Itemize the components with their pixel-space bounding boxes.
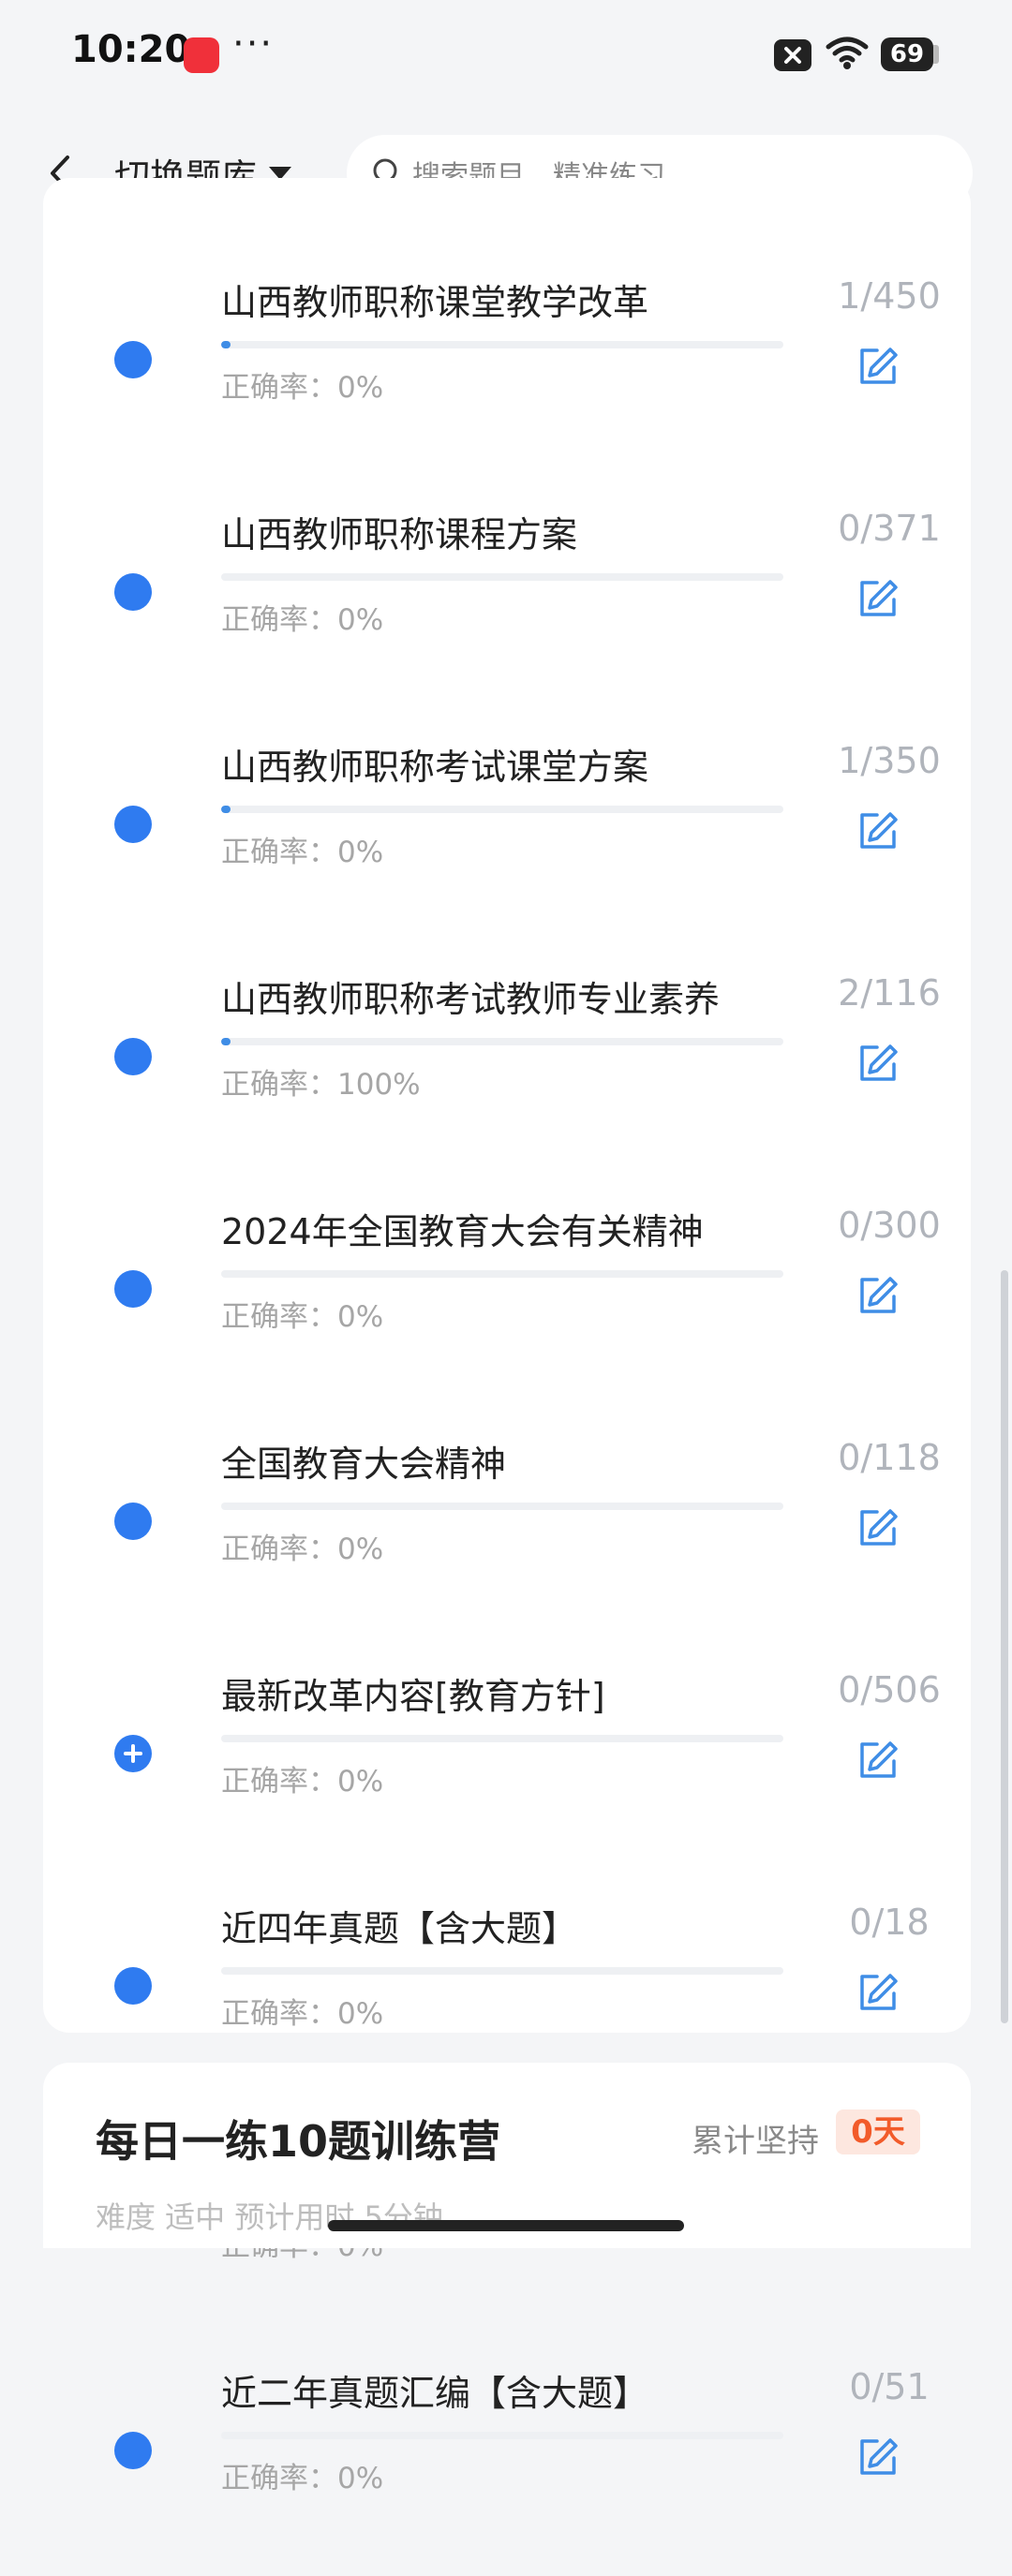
progress-track: [221, 1503, 783, 1510]
progress-track: [221, 1038, 783, 1045]
list-item[interactable]: 山西教师职称课程方案正确率：0% 0/371: [43, 508, 971, 718]
more-notifications-icon: ···: [232, 22, 275, 66]
accuracy-rate: 正确率：0%: [221, 836, 384, 869]
progress-fill: [221, 1038, 231, 1045]
edit-practice-icon[interactable]: [856, 345, 900, 388]
bullet-dot-icon: [114, 573, 152, 611]
bullet-dot-icon: [114, 341, 152, 378]
progress-count: 0/118: [838, 1437, 941, 1478]
expand-plus-icon[interactable]: [114, 1735, 152, 1772]
progress-track: [221, 573, 783, 581]
question-bank-list: 山西教师职称课堂教学改革 正确率：0% 1/450 山西教师职称课程方案 正确率：0% 0…: [43, 178, 971, 2495]
accuracy-rate: 正确率：0%: [221, 1300, 384, 1334]
edit-practice-icon[interactable]: [856, 1042, 900, 1085]
list-item[interactable]: 山西教师职称课堂教学改革正确率：0% 1/450: [43, 275, 971, 485]
streak-label: 累计坚持: [692, 2123, 819, 2160]
progress-track: [221, 1735, 783, 1742]
status-time: 10:20: [71, 28, 191, 71]
item-title: 2024年全国教育大会有关精神: [221, 1211, 704, 1252]
accuracy-rate: 正确率：0%: [221, 1997, 384, 2031]
close-box-icon: [774, 39, 811, 71]
scrollbar[interactable]: [1001, 1270, 1008, 2023]
wifi-icon: [825, 34, 870, 75]
item-title: 全国教育大会精神: [221, 1443, 507, 1485]
progress-fill: [221, 341, 231, 348]
progress-count: 1/350: [838, 740, 941, 781]
edit-practice-icon[interactable]: [856, 577, 900, 620]
item-title: 近二年真题汇编【含大题】: [221, 2373, 649, 2414]
accuracy-rate: 正确率：100%: [221, 1068, 421, 1102]
streak-badge: 0天: [836, 2110, 920, 2154]
progress-track: [221, 341, 783, 348]
progress-track: [221, 806, 783, 813]
item-title: 山西教师职称课堂教学改革: [221, 282, 649, 323]
bullet-dot-icon: [114, 806, 152, 843]
accuracy-rate: 正确率：0%: [221, 1532, 384, 1566]
item-title: 近四年真题【含大题】: [221, 1908, 578, 1949]
battery-tip: [933, 45, 939, 64]
progress-count: 0/18: [849, 1902, 930, 1943]
battery-icon: 69: [881, 37, 933, 71]
progress-count: 0/300: [838, 1205, 941, 1246]
list-item[interactable]: 最新改革内容[教育方针] 正确率：0% 0/506: [43, 1669, 971, 1879]
gesture-bar: [328, 2220, 684, 2231]
progress-count: 0/506: [838, 1669, 941, 1710]
list-item[interactable]: 2024年全国教育大会有关精神正确率：0% 0/300: [43, 1205, 971, 1414]
item-title: 山西教师职称课程方案: [221, 514, 578, 555]
progress-count: 1/450: [838, 275, 941, 317]
item-title: 山西教师职称考试课堂方案: [221, 747, 649, 788]
progress-track: [221, 2432, 783, 2439]
bullet-dot-icon: [114, 1503, 152, 1540]
edit-practice-icon[interactable]: [856, 809, 900, 852]
progress-track: [221, 1270, 783, 1278]
bullet-dot-icon: [114, 1038, 152, 1075]
edit-practice-icon[interactable]: [856, 1739, 900, 1782]
list-item[interactable]: 山西教师职称考试课堂方案正确率：0% 1/350: [43, 740, 971, 950]
progress-count: 2/116: [838, 972, 941, 1014]
status-bar: 10:20 ··· 69: [0, 0, 1012, 112]
progress-count: 0/51: [849, 2366, 930, 2407]
edit-practice-icon[interactable]: [856, 2435, 900, 2479]
progress-track: [221, 1967, 783, 1975]
training-title: 每日一练10题训练营: [96, 2116, 501, 2167]
list-item[interactable]: 全国教育大会精神正确率：0% 0/118: [43, 1437, 971, 1647]
bullet-dot-icon: [114, 2432, 152, 2469]
list-item[interactable]: 山西教师职称考试教师专业素养正确率：100% 2/116: [43, 972, 971, 1182]
item-title: 山西教师职称考试教师专业素养: [221, 979, 721, 1020]
accuracy-rate: 正确率：0%: [221, 371, 384, 405]
progress-count: 0/371: [838, 508, 941, 549]
edit-practice-icon[interactable]: [856, 1971, 900, 2014]
list-item[interactable]: 近二年真题汇编【含大题】正确率：0% 0/51: [43, 2366, 971, 2576]
accuracy-rate: 正确率：0%: [221, 1765, 384, 1799]
accuracy-rate: 正确率：0%: [221, 603, 384, 637]
bullet-dot-icon: [114, 1967, 152, 2005]
progress-fill: [221, 806, 231, 813]
bullet-dot-icon: [114, 1270, 152, 1308]
item-title: 最新改革内容[教育方针]: [221, 1676, 605, 1717]
app-notification-icon: [184, 37, 219, 73]
edit-practice-icon[interactable]: [856, 1274, 900, 1317]
accuracy-rate: 正确率：0%: [221, 2462, 384, 2495]
edit-practice-icon[interactable]: [856, 1506, 900, 1549]
